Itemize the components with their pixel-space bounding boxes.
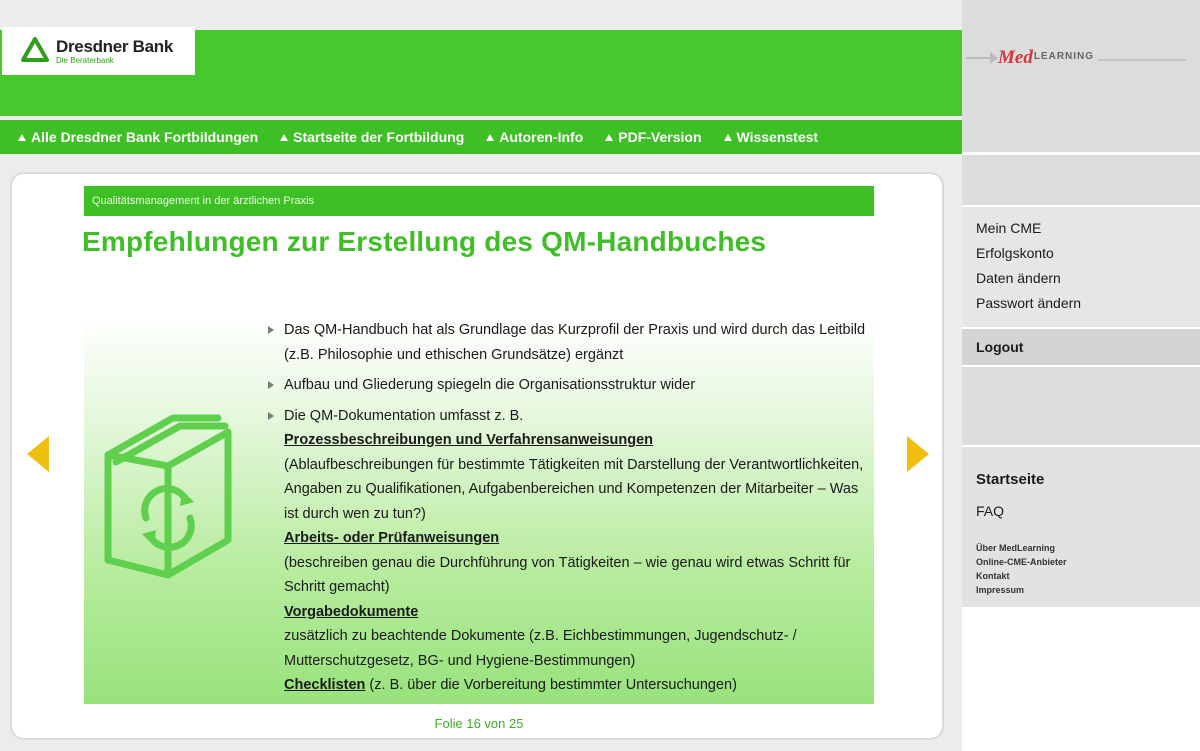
next-slide-arrow-icon[interactable] [907, 436, 929, 472]
sidebar-spacer [962, 367, 1200, 445]
footer-link-imprint[interactable]: Impressum [976, 585, 1024, 595]
top-strip [0, 0, 962, 30]
doc-heading: Prozessbeschreibungen und Verfahrensanwe… [284, 432, 654, 448]
logo-tagline: Die Beraterbank [56, 55, 114, 65]
doc-description: (Ablaufbeschreibungen für bestimmte Täti… [284, 456, 864, 522]
doc-description: zusätzlich zu beachtende Dokumente (z.B.… [284, 628, 797, 669]
slide-title: Empfehlungen zur Erstellung des QM-Handb… [82, 226, 767, 257]
dresdner-bank-logo[interactable]: Dresdner Bank Die Beraterbank [2, 27, 195, 75]
logo-name: Dresdner Bank [56, 36, 174, 56]
sidebar-item-daten-aendern[interactable]: Daten ändern [976, 270, 1061, 286]
triangle-up-icon [18, 133, 26, 141]
slide-counter: Folie 16 von 25 [434, 716, 524, 731]
footer-link-about[interactable]: Über MedLearning [976, 543, 1055, 553]
sidebar-spacer [962, 155, 1200, 205]
nav-label: Alle Dresdner Bank Fortbildungen [31, 129, 259, 145]
bullet-item: Die QM-Dokumentation umfasst z. B. [268, 404, 868, 429]
nav-all-courses[interactable]: Alle Dresdner Bank Fortbildungen [18, 129, 258, 145]
logout-link[interactable]: Logout [976, 339, 1023, 355]
logo-divider [1098, 59, 1186, 61]
previous-slide-arrow-icon[interactable] [27, 436, 49, 472]
sidebar: Med LEARNING Mein CME Erfolgskonto Daten… [962, 0, 1200, 751]
nav-label: Wissenstest [736, 129, 819, 145]
dresdner-bank-logo-icon [21, 37, 49, 62]
arrow-right-icon [966, 52, 998, 64]
sidebar-item-mein-cme[interactable]: Mein CME [976, 220, 1041, 236]
doc-item-specifications: Vorgabedokumente zusätzlich zu beachtend… [268, 600, 868, 674]
nav-label: Autoren-Info [499, 129, 584, 145]
nav-knowledge-test[interactable]: Wissenstest [723, 129, 819, 145]
doc-item-instructions: Arbeits- oder Prüfanweisungen (beschreib… [268, 526, 868, 600]
bullet-item: Aufbau und Gliederung spiegeln die Organ… [268, 373, 868, 398]
medlearning-logo-med: Med [998, 47, 1033, 68]
nav-author-info[interactable]: Autoren-Info [486, 129, 583, 145]
doc-heading: Vorgabedokumente [284, 603, 419, 620]
nav-label: Startseite der Fortbildung [293, 129, 465, 145]
medlearning-logo-learning: LEARNING [1033, 50, 1095, 62]
main-nav: Alle Dresdner Bank Fortbildungen Startse… [0, 120, 962, 154]
sidebar-item-erfolgskonto[interactable]: Erfolgskonto [976, 245, 1054, 261]
doc-item-checklists: Checklisten (z. B. über die Vorbereitung… [268, 673, 868, 698]
sidebar-item-passwort-aendern[interactable]: Passwort ändern [976, 295, 1081, 311]
triangle-up-icon [723, 133, 732, 141]
doc-item-process: Prozessbeschreibungen und Verfahrensanwe… [268, 428, 868, 526]
footer-link-contact[interactable]: Kontakt [976, 571, 1010, 581]
nav-course-home[interactable]: Startseite der Fortbildung [280, 129, 464, 145]
doc-heading: Checklisten [284, 677, 366, 693]
sidebar-item-startseite[interactable]: Startseite [976, 471, 1044, 488]
nav-pdf-version[interactable]: PDF-Version [605, 129, 702, 145]
footer-link-providers[interactable]: Online-CME-Anbieter [976, 557, 1067, 567]
doc-description: (z. B. über die Vorbereitung bestimmter … [365, 677, 737, 693]
triangle-up-icon [605, 133, 614, 141]
doc-heading: Arbeits- oder Prüfanweisungen [284, 530, 500, 546]
doc-description: (beschreiben genau die Durchführung von … [284, 554, 851, 596]
handbook-icon [104, 414, 232, 579]
triangle-up-icon [486, 133, 495, 141]
course-title-bar: Qualitätsmanagement in der ärztlichen Pr… [84, 186, 874, 216]
medlearning-logo[interactable]: Med LEARNING [966, 44, 1194, 72]
slide-content: Das QM-Handbuch hat als Grundlage das Ku… [268, 318, 868, 698]
sidebar-logo-panel [962, 0, 1200, 152]
bullet-item: Das QM-Handbuch hat als Grundlage das Ku… [268, 318, 868, 367]
sidebar-item-faq[interactable]: FAQ [976, 503, 1004, 519]
triangle-up-icon [280, 133, 289, 141]
nav-label: PDF-Version [618, 129, 702, 145]
page: Dresdner Bank Die Beraterbank Alle Dresd… [0, 0, 1200, 751]
